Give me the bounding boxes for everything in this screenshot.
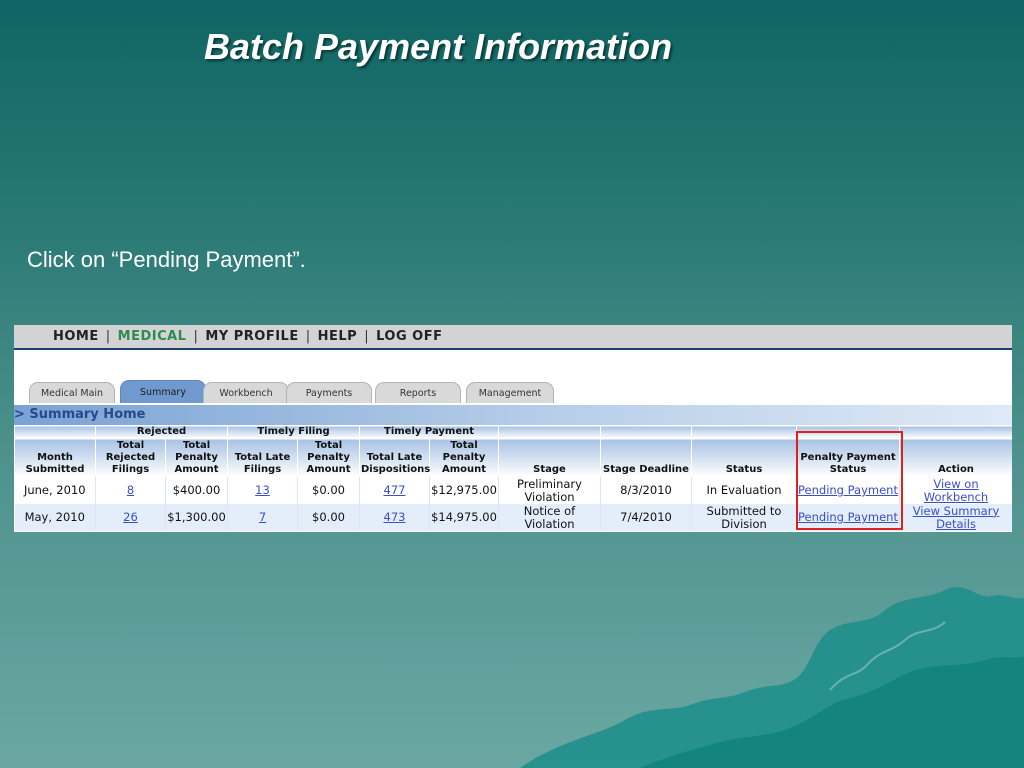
- cell-payment-penalty: $12,975.00: [429, 476, 499, 504]
- cell-filing-penalty: $0.00: [297, 476, 360, 504]
- column-header-rejected-filings: Total Rejected Filings: [95, 438, 166, 477]
- tab-bar: Medical Main Summary Workbench Payments …: [14, 350, 1012, 405]
- nav-separator: |: [364, 329, 370, 344]
- header-spacer: [600, 425, 692, 439]
- tab-workbench[interactable]: Workbench: [203, 382, 289, 403]
- header-spacer: [796, 425, 900, 439]
- table-row: June, 2010 8 $400.00 13 $0.00 477 $12,97…: [14, 476, 1012, 504]
- cell-stage-deadline: 8/3/2010: [600, 476, 692, 504]
- tab-summary[interactable]: Summary: [120, 380, 206, 403]
- cell-status: Submitted to Division: [691, 504, 797, 531]
- pending-payment-link[interactable]: Pending Payment: [798, 510, 898, 524]
- group-header-timely-payment: Timely Payment: [359, 425, 499, 439]
- column-header-stage: Stage: [498, 438, 601, 477]
- cell-stage-deadline: 7/4/2010: [600, 504, 692, 531]
- table-row: May, 2010 26 $1,300.00 7 $0.00 473 $14,9…: [14, 504, 1012, 531]
- late-filings-link[interactable]: 7: [259, 510, 266, 524]
- column-header-stage-deadline: Stage Deadline: [600, 438, 692, 477]
- tab-management[interactable]: Management: [466, 382, 554, 403]
- column-header-penalty-payment-status: Penalty Payment Status: [796, 438, 900, 477]
- late-dispositions-link[interactable]: 477: [384, 483, 406, 497]
- column-header-month: Month Submitted: [14, 438, 96, 477]
- nav-separator: |: [105, 329, 111, 344]
- cell-stage: Preliminary Violation: [498, 476, 601, 504]
- nav-home[interactable]: HOME: [53, 329, 99, 344]
- column-header-action: Action: [899, 438, 1012, 477]
- rejected-filings-link[interactable]: 26: [123, 510, 138, 524]
- cell-month: May, 2010: [14, 504, 96, 531]
- tab-medical-main[interactable]: Medical Main: [29, 382, 115, 403]
- header-spacer: [498, 425, 601, 439]
- column-header-payment-penalty: Total Penalty Amount: [429, 438, 499, 477]
- header-spacer: [14, 425, 96, 439]
- group-header-rejected: Rejected: [95, 425, 228, 439]
- nav-my-profile[interactable]: MY PROFILE: [205, 329, 298, 344]
- column-header-late-filings: Total Late Filings: [227, 438, 298, 477]
- nav-help[interactable]: HELP: [318, 329, 358, 344]
- slide-title: Batch Payment Information: [204, 26, 673, 67]
- nav-medical[interactable]: MEDICAL: [118, 329, 187, 344]
- header-spacer: [899, 425, 1012, 439]
- cell-stage: Notice of Violation: [498, 504, 601, 531]
- summary-table: Rejected Timely Filing Timely Payment Mo…: [14, 425, 1012, 531]
- top-navigation: HOME | MEDICAL | MY PROFILE | HELP | LOG…: [14, 325, 1012, 350]
- nav-log-off[interactable]: LOG OFF: [376, 329, 442, 344]
- cell-month: June, 2010: [14, 476, 96, 504]
- section-title: > Summary Home: [14, 405, 1012, 425]
- cell-payment-penalty: $14,975.00: [429, 504, 499, 531]
- tab-reports[interactable]: Reports: [375, 382, 461, 403]
- late-filings-link[interactable]: 13: [255, 483, 270, 497]
- header-spacer: [691, 425, 797, 439]
- cell-rejected-penalty: $400.00: [165, 476, 228, 504]
- view-on-workbench-link[interactable]: View on Workbench: [924, 477, 988, 504]
- pending-payment-link[interactable]: Pending Payment: [798, 483, 898, 497]
- column-header-filing-penalty: Total Penalty Amount: [297, 438, 360, 477]
- column-header-late-dispositions: Total Late Dispositions: [359, 438, 430, 477]
- app-screenshot: HOME | MEDICAL | MY PROFILE | HELP | LOG…: [14, 325, 1012, 532]
- view-summary-details-link[interactable]: View Summary Details: [913, 504, 1000, 531]
- cell-rejected-penalty: $1,300.00: [165, 504, 228, 531]
- nav-separator: |: [193, 329, 199, 344]
- column-header-status: Status: [691, 438, 797, 477]
- cell-filing-penalty: $0.00: [297, 504, 360, 531]
- column-header-rejected-penalty: Total Penalty Amount: [165, 438, 228, 477]
- nav-separator: |: [305, 329, 311, 344]
- tab-payments[interactable]: Payments: [286, 382, 372, 403]
- instruction-text: Click on “Pending Payment”.: [27, 247, 306, 272]
- late-dispositions-link[interactable]: 473: [384, 510, 406, 524]
- rejected-filings-link[interactable]: 8: [127, 483, 134, 497]
- group-header-timely-filing: Timely Filing: [227, 425, 360, 439]
- cell-status: In Evaluation: [691, 476, 797, 504]
